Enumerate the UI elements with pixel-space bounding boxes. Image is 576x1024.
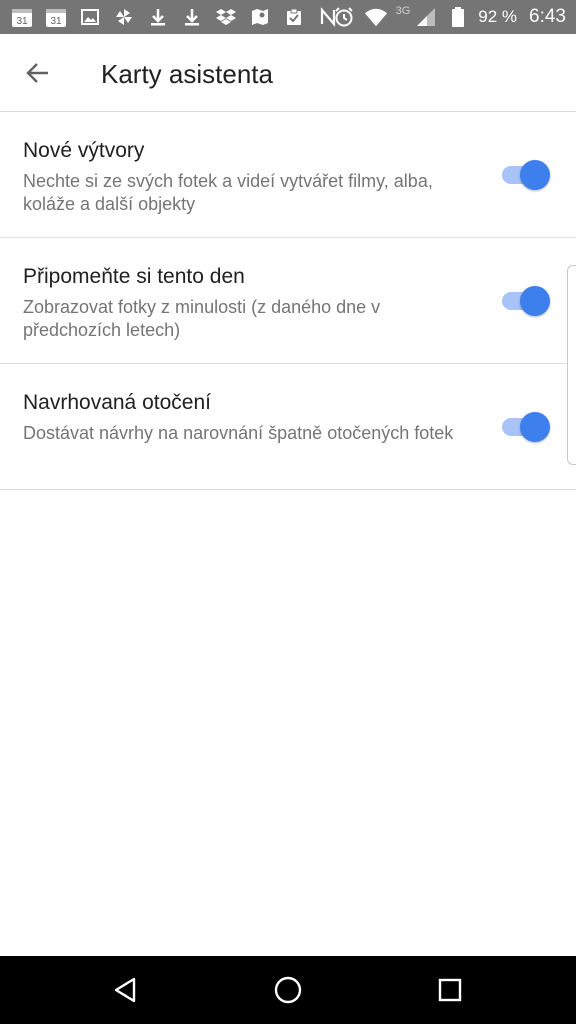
setting-description: Dostávat návrhy na narovnání špatně otoč… — [23, 423, 454, 443]
page-title: Karty asistenta — [101, 59, 273, 89]
setting-title: Navrhovaná otočení — [23, 391, 211, 414]
setting-description: Zobrazovat fotky z minulosti (z daného d… — [23, 297, 381, 340]
wifi-icon — [364, 5, 388, 29]
status-bar: 31 31 3G 92 % 6:43 — [0, 0, 576, 34]
alarm-icon — [332, 5, 356, 29]
signal-icon — [414, 5, 438, 29]
pinwheel-icon — [112, 5, 136, 29]
nav-recents-button[interactable] — [432, 972, 468, 1008]
notification-icons: 31 31 — [10, 5, 340, 29]
navigation-bar — [0, 956, 576, 1024]
calendar-icon: 31 — [10, 5, 34, 29]
toggle-thumb — [520, 286, 550, 316]
image-icon — [78, 5, 102, 29]
arrow-left-icon — [26, 63, 48, 83]
recents-square-icon — [438, 978, 462, 1002]
svg-text:31: 31 — [16, 16, 28, 27]
network-type-label: 3G — [395, 5, 411, 17]
home-circle-icon — [274, 976, 302, 1004]
clock: 6:43 — [529, 6, 566, 27]
new-creations-toggle[interactable] — [500, 160, 550, 190]
setting-title: Nové výtvory — [23, 139, 145, 162]
battery-percent: 92 % — [478, 7, 518, 26]
toggle-thumb — [520, 160, 550, 190]
nav-back-button[interactable] — [108, 972, 144, 1008]
setting-suggested-rotations[interactable]: Navrhovaná otočení Dostávat návrhy na na… — [0, 364, 576, 490]
remember-this-day-toggle[interactable] — [500, 286, 550, 316]
setting-new-creations[interactable]: Nové výtvory Nechte si ze svých fotek a … — [0, 112, 576, 238]
download-icon — [180, 5, 204, 29]
svg-text:31: 31 — [50, 16, 62, 27]
calendar-icon: 31 — [44, 5, 68, 29]
app-bar: Karty asistenta — [0, 34, 576, 112]
settings-list: Nové výtvory Nechte si ze svých fotek a … — [0, 112, 576, 490]
maps-icon — [248, 5, 272, 29]
suggested-rotations-toggle[interactable] — [500, 412, 550, 442]
setting-description: Nechte si ze svých fotek a videí vytváře… — [23, 171, 433, 214]
setting-remember-this-day[interactable]: Připomeňte si tento den Zobrazovat fotky… — [0, 238, 576, 364]
download-icon — [146, 5, 170, 29]
toggle-thumb — [520, 412, 550, 442]
back-triangle-icon — [114, 977, 136, 1003]
battery-icon — [446, 5, 470, 29]
clipboard-check-icon — [282, 5, 306, 29]
setting-title: Připomeňte si tento den — [23, 265, 245, 288]
edge-panel-handle[interactable] — [567, 265, 576, 465]
back-button[interactable] — [18, 53, 58, 93]
system-icons: 3G 92 % 6:43 — [332, 0, 566, 34]
dropbox-icon — [214, 5, 238, 29]
nav-home-button[interactable] — [270, 972, 306, 1008]
